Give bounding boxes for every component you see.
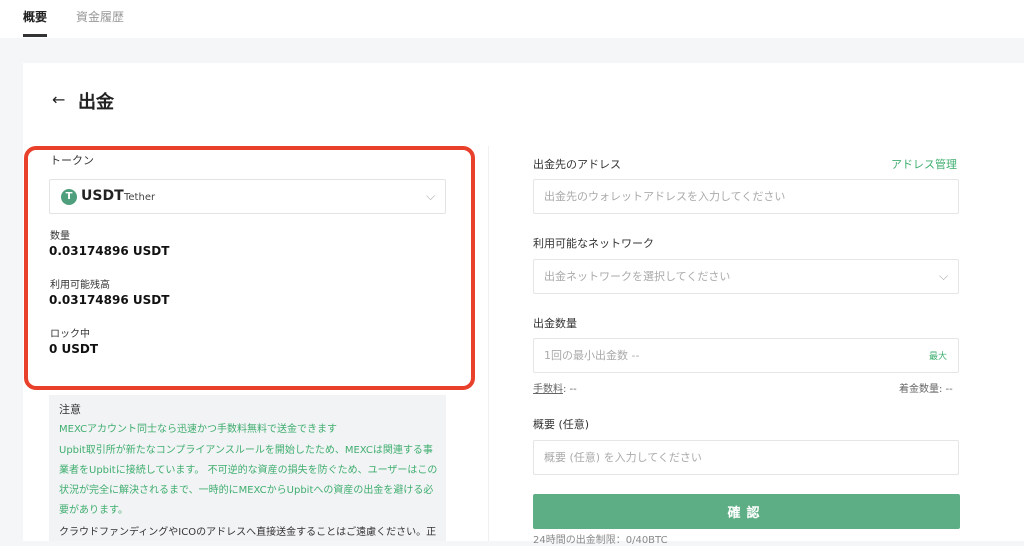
network-label: 利用可能なネットワーク [533,237,654,250]
network-select[interactable]: 出金ネットワークを選択してください ⌵ [533,259,959,294]
arrow-left-icon[interactable]: ← [52,90,65,109]
amount-label: 出金数量 [533,317,577,330]
confirm-button[interactable]: 確認 [533,494,960,529]
notice-line: Upbit取引所が新たなコンプライアンスルールを開始したため、MEXCは関連する… [59,445,433,456]
chevron-down-icon: ⌵ [939,269,949,283]
notice-box: 注意 MEXCアカウント同士なら迅速かつ手数料無料で送金できます Upbit取引… [49,395,446,541]
tab-fund-history[interactable]: 資金履歴 [76,8,124,25]
received-value: : -- [939,384,953,395]
address-label: 出金先のアドレス [533,158,621,171]
notice-line: 状況が完全に解決されるまで、一時的にMEXCからUpbitへの資産の出金を避ける… [59,485,434,496]
notice-line: 業者をUpbitに接続しています。 不可逆的な資産の損失を防ぐため、ユーザーはこ… [59,465,438,476]
page-title: 出金 [78,92,114,113]
withdraw-limit-text: 24時間の出金制限：0/40BTC [533,535,668,546]
memo-input[interactable] [533,440,959,475]
fee-info: 手数料: -- [533,380,577,395]
notice-title: 注意 [59,403,81,416]
address-input[interactable] [533,179,959,214]
fee-label[interactable]: 手数料 [533,384,563,395]
received-label: 着金数量 [899,384,939,395]
received-amount-info: 着金数量: -- [899,380,953,395]
memo-label: 概要 (任意) [533,418,590,431]
highlight-box [24,146,475,390]
network-placeholder: 出金ネットワークを選択してください [544,270,731,283]
active-tab-indicator [23,34,47,37]
top-tab-bar: 概要 資金履歴 [0,0,1024,38]
amount-input[interactable] [533,338,959,373]
notice-line: 要があります。 [59,505,128,516]
tab-overview[interactable]: 概要 [23,8,47,25]
address-manage-link[interactable]: アドレス管理 [891,156,957,172]
fee-value: : -- [563,384,577,395]
max-button[interactable]: 最大 [929,349,947,362]
notice-line-warning: クラウドファンディングやICOのアドレスへ直接送金することはご遠慮ください。正 [59,527,437,538]
column-divider [488,146,489,541]
notice-line: MEXCアカウント同士なら迅速かつ手数料無料で送金できます [59,424,338,435]
